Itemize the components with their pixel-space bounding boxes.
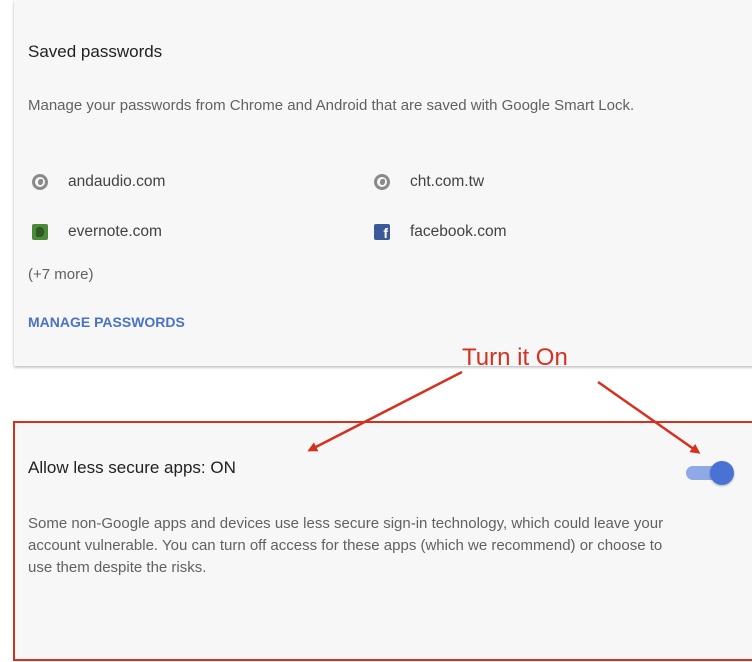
- saved-site-cht[interactable]: cht.com.tw: [374, 170, 484, 194]
- less-secure-apps-description: Some non-Google apps and devices use les…: [28, 515, 664, 576]
- site-label: cht.com.tw: [410, 173, 485, 190]
- less-secure-apps-title: Allow less secure apps: ON: [28, 458, 236, 477]
- globe-icon: [32, 174, 48, 190]
- facebook-icon: f: [374, 224, 390, 240]
- site-label: andaudio.com: [68, 173, 166, 190]
- site-label: evernote.com: [68, 223, 162, 240]
- manage-passwords-link[interactable]: MANAGE PASSWORDS: [28, 314, 185, 330]
- saved-site-evernote[interactable]: evernote.com: [32, 220, 162, 244]
- saved-site-andaudio[interactable]: andaudio.com: [32, 170, 165, 194]
- less-secure-apps-toggle[interactable]: [686, 459, 736, 485]
- more-sites-count[interactable]: (+7 more): [28, 266, 93, 283]
- annotation-label: Turn it On: [462, 344, 568, 371]
- evernote-icon: [32, 224, 48, 240]
- toggle-knob: [710, 461, 734, 485]
- saved-site-facebook[interactable]: f facebook.com: [374, 220, 507, 244]
- globe-icon: [374, 174, 390, 190]
- site-label: facebook.com: [410, 223, 507, 240]
- saved-passwords-title: Saved passwords: [28, 42, 163, 61]
- saved-passwords-description: Manage your passwords from Chrome and An…: [28, 97, 635, 114]
